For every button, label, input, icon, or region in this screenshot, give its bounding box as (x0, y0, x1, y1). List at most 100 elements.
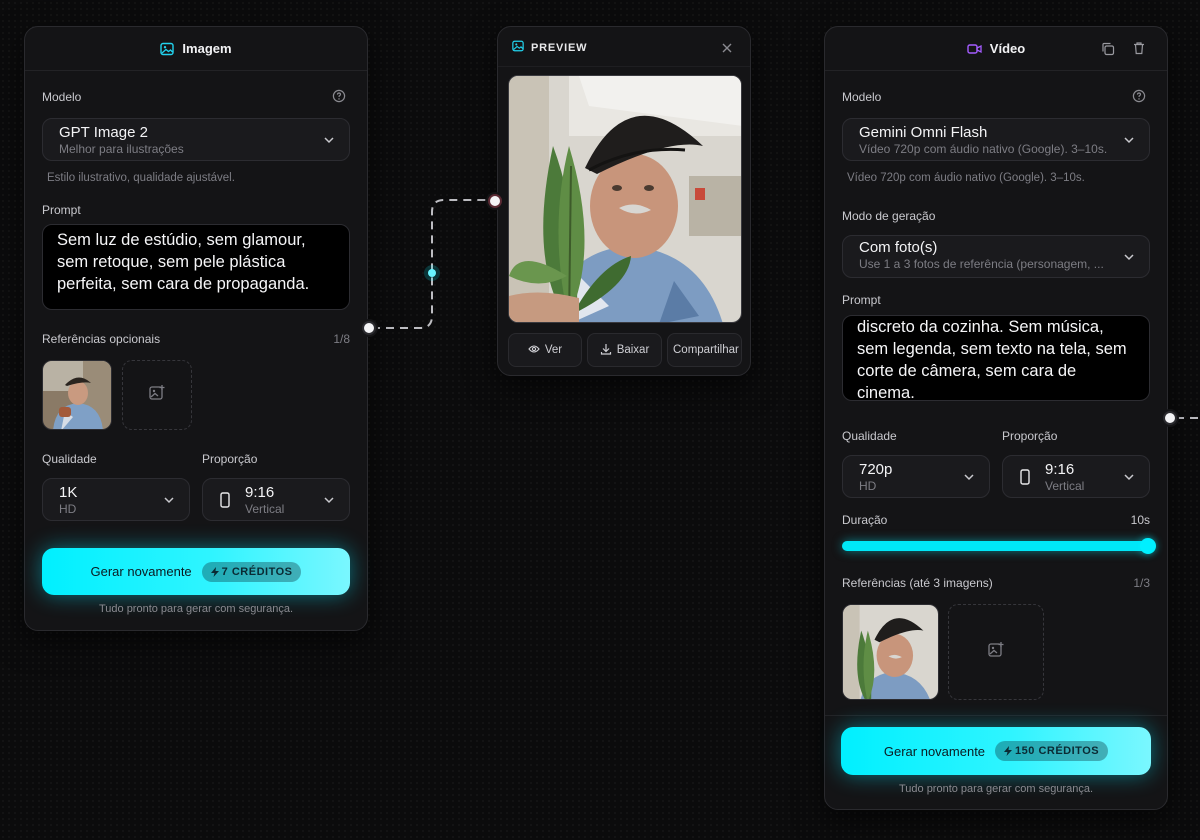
chevron-down-icon (163, 491, 175, 509)
video-card-header: Vídeo (825, 27, 1167, 71)
duration-slider-track[interactable] (842, 538, 1156, 554)
header-divider (498, 66, 750, 67)
video-output-handle[interactable] (1163, 411, 1177, 425)
prompt-label: Prompt (42, 203, 81, 217)
credits-text: 7 CRÉDITOS (221, 565, 293, 578)
mode-subtitle: Use 1 a 3 fotos de referência (personage… (859, 257, 1104, 271)
model-subtitle: Vídeo 720p com áudio nativo (Google). 3–… (859, 142, 1108, 156)
chevron-down-icon (323, 131, 335, 149)
video-node-card: Vídeo Modelo Gemini Omni Flash Vídeo 720… (824, 26, 1168, 810)
model-name: GPT Image 2 (59, 124, 148, 141)
image-output-handle[interactable] (362, 321, 376, 335)
prompt-label: Prompt (842, 293, 881, 307)
prompt-textarea[interactable]: discreto da cozinha. Sem música, sem leg… (842, 315, 1150, 401)
bolt-icon (1004, 746, 1013, 756)
view-button[interactable]: Ver (508, 333, 582, 367)
quality-value: 720p (859, 461, 893, 478)
duration-slider-thumb[interactable] (1140, 538, 1156, 554)
bolt-icon (210, 566, 219, 577)
trash-icon[interactable] (1132, 41, 1146, 58)
refs-count: 1/3 (1133, 576, 1150, 590)
model-select[interactable]: Gemini Omni Flash Vídeo 720p com áudio n… (842, 118, 1150, 161)
preview-node-card: PREVIEW Ver Baixar Compartilhar (497, 26, 751, 376)
refs-count: 1/8 (333, 332, 350, 346)
view-label: Ver (544, 344, 563, 356)
download-icon (600, 343, 612, 358)
footer-divider (825, 715, 1167, 716)
model-select[interactable]: GPT Image 2 Melhor para ilustrações (42, 118, 350, 161)
preview-header: PREVIEW (512, 40, 587, 55)
ratio-subtitle: Vertical (1045, 479, 1085, 493)
download-button[interactable]: Baixar (587, 333, 662, 367)
help-icon[interactable] (1132, 89, 1146, 108)
video-card-title: Vídeo (989, 41, 1026, 56)
ratio-select[interactable]: 9:16 Vertical (1002, 455, 1150, 498)
chevron-down-icon (323, 491, 335, 509)
model-note: Vídeo 720p com áudio nativo (Google). 3–… (847, 172, 1085, 184)
ratio-subtitle: Vertical (245, 502, 285, 516)
close-icon[interactable] (720, 41, 734, 55)
ready-footnote: Tudo pronto para gerar com segurança. (898, 783, 1094, 795)
refs-label: Referências (até 3 imagens) (842, 576, 993, 590)
quality-label: Qualidade (842, 429, 897, 443)
duration-label: Duração (842, 513, 888, 527)
help-icon[interactable] (332, 89, 346, 108)
video-camera-icon (967, 43, 982, 55)
chevron-down-icon (963, 468, 975, 486)
add-reference-slot[interactable] (122, 360, 192, 430)
quality-subtitle: HD (59, 502, 77, 516)
chevron-down-icon (1123, 248, 1135, 266)
ratio-value: 9:16 (245, 484, 275, 501)
share-button[interactable]: Compartilhar (667, 333, 742, 367)
phone-portrait-icon (220, 492, 230, 513)
mode-label: Modo de geração (842, 209, 936, 223)
generate-label: Gerar novamente (90, 564, 192, 579)
quality-select[interactable]: 1K HD (42, 478, 190, 521)
credits-badge: 7 CRÉDITOS (201, 561, 302, 582)
eye-icon (528, 344, 540, 357)
quality-subtitle: HD (859, 479, 877, 493)
download-label: Baixar (616, 344, 650, 356)
generate-label: Gerar novamente (883, 743, 986, 759)
share-label: Compartilhar (673, 344, 739, 356)
mode-select[interactable]: Com foto(s) Use 1 a 3 fotos de referênci… (842, 235, 1150, 278)
mode-value: Com foto(s) (859, 239, 938, 256)
prompt-textarea[interactable]: Sem luz de estúdio, sem glamour, sem ret… (42, 224, 350, 310)
image-node-card: Imagem Modelo GPT Image 2 Melhor para il… (24, 26, 368, 631)
reference-thumbnail[interactable] (42, 360, 112, 430)
reference-thumbnail[interactable] (842, 604, 939, 700)
generate-again-button[interactable]: Gerar novamente 150 CRÉDITOS (841, 727, 1151, 775)
quality-label: Qualidade (42, 452, 97, 466)
copy-icon[interactable] (1101, 42, 1115, 59)
preview-image[interactable] (508, 75, 742, 323)
add-reference-slot[interactable] (948, 604, 1044, 700)
credits-text: 150 CRÉDITOS (1015, 745, 1100, 757)
chevron-down-icon (1123, 468, 1135, 486)
model-label: Modelo (842, 90, 882, 104)
image-plus-icon (148, 384, 166, 407)
image-icon (512, 40, 524, 55)
ratio-label: Proporção (1002, 429, 1058, 443)
model-note: Estilo ilustrativo, qualidade ajustável. (47, 172, 235, 184)
ratio-label: Proporção (202, 452, 258, 466)
ratio-value: 9:16 (1045, 461, 1075, 478)
refs-label: Referências opcionais (42, 332, 161, 346)
quality-select[interactable]: 720p HD (842, 455, 990, 498)
credits-badge: 150 CRÉDITOS (995, 741, 1109, 761)
image-icon (160, 42, 175, 56)
duration-value: 10s (1130, 513, 1150, 527)
model-subtitle: Melhor para ilustrações (59, 142, 184, 156)
image-card-title: Imagem (182, 41, 232, 56)
ratio-select[interactable]: 9:16 Vertical (202, 478, 350, 521)
image-card-header: Imagem (25, 27, 367, 71)
preview-title: PREVIEW (531, 41, 588, 54)
duration-slider-fill (842, 541, 1150, 551)
preview-input-handle[interactable] (488, 194, 502, 208)
ready-footnote: Tudo pronto para gerar com segurança. (98, 603, 294, 615)
chevron-down-icon (1123, 131, 1135, 149)
phone-portrait-icon (1020, 469, 1030, 490)
generate-again-button[interactable]: Gerar novamente 7 CRÉDITOS (42, 548, 350, 595)
model-name: Gemini Omni Flash (859, 124, 988, 141)
model-label: Modelo (42, 90, 82, 104)
quality-value: 1K (59, 484, 78, 501)
